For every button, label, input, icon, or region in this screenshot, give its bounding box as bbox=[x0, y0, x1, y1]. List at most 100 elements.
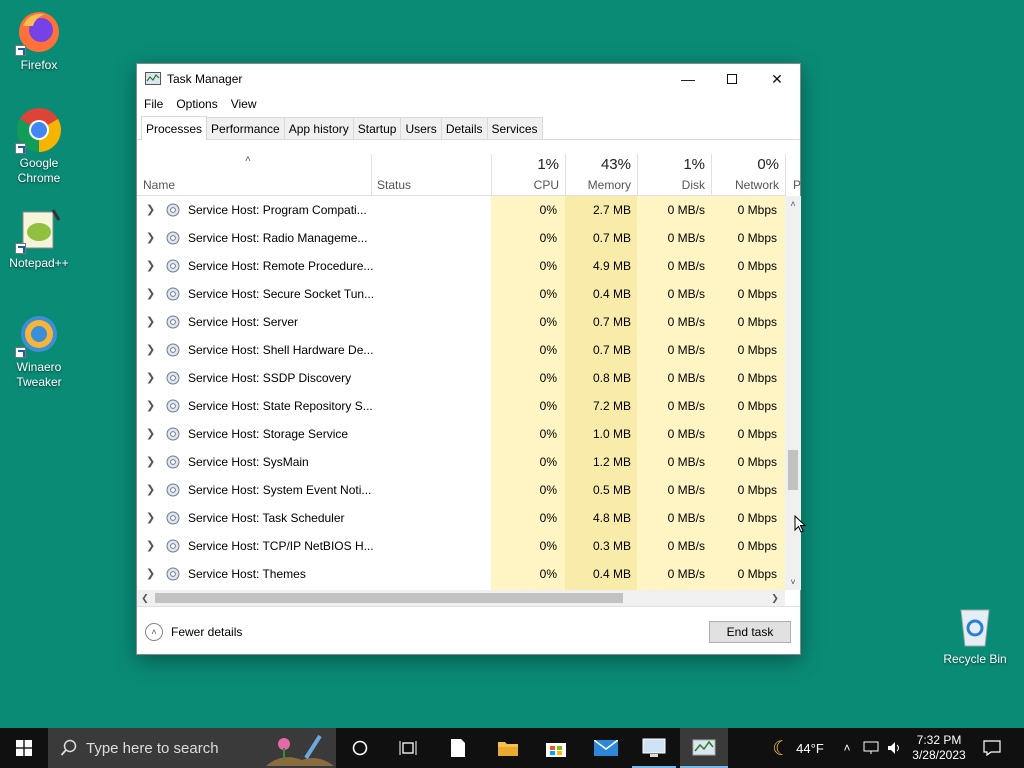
taskbar-app-task-manager[interactable] bbox=[680, 728, 728, 768]
column-memory[interactable]: 43% Memory bbox=[565, 154, 637, 196]
expand-chevron-icon[interactable]: ❯ bbox=[146, 259, 155, 272]
expand-chevron-icon[interactable]: ❯ bbox=[146, 203, 155, 216]
table-row[interactable]: ❯ Service Host: SSDP Discovery 0% 0.8 MB 0 M… bbox=[137, 364, 785, 392]
table-row[interactable]: ❯ Service Host: SysMain 0% 1.2 MB 0 MB/s 0 Mb… bbox=[137, 448, 785, 476]
desktop-icon-chrome[interactable]: Google Chrome bbox=[1, 106, 77, 186]
horizontal-scroll-thumb[interactable] bbox=[155, 593, 623, 603]
expand-chevron-icon[interactable]: ❯ bbox=[146, 371, 155, 384]
fewer-details-button[interactable]: ˄ Fewer details bbox=[145, 623, 242, 641]
process-list: ❯ Service Host: Program Compati... 0% 2.7 M… bbox=[137, 196, 785, 590]
service-host-icon bbox=[165, 342, 181, 358]
expand-chevron-icon[interactable]: ❯ bbox=[146, 343, 155, 356]
table-row[interactable]: ❯ Service Host: Program Compati... 0% 2.7 M… bbox=[137, 196, 785, 224]
close-icon: ✕ bbox=[771, 70, 783, 87]
horizontal-scrollbar[interactable]: ❮ ❯ bbox=[137, 590, 785, 606]
expand-chevron-icon[interactable]: ❯ bbox=[146, 455, 155, 468]
process-name: Service Host: TCP/IP NetBIOS H... bbox=[188, 539, 374, 553]
taskbar-app-remote-desktop[interactable] bbox=[632, 728, 676, 768]
show-hidden-icons-button[interactable]: ˄ bbox=[838, 728, 856, 768]
desktop-icon-winaero[interactable]: Winaero Tweaker bbox=[1, 310, 77, 390]
scroll-right-icon[interactable]: ❯ bbox=[767, 590, 783, 606]
expand-chevron-icon[interactable]: ❯ bbox=[146, 231, 155, 244]
cortana-circle-icon bbox=[352, 740, 368, 756]
tab-processes[interactable]: Processes bbox=[141, 116, 208, 140]
table-row[interactable]: ❯ Service Host: Server 0% 0.7 MB 0 MB/s 0 Mbp… bbox=[137, 308, 785, 336]
action-center-button[interactable] bbox=[974, 728, 1010, 768]
scroll-up-icon[interactable]: ˄ bbox=[785, 196, 801, 212]
column-status[interactable]: Status bbox=[371, 154, 491, 196]
tab-services[interactable]: Services bbox=[486, 117, 543, 139]
minimize-button[interactable]: — bbox=[665, 64, 711, 94]
cortana-button[interactable] bbox=[338, 728, 382, 768]
tab-app-history[interactable]: App history bbox=[283, 117, 354, 139]
menu-file[interactable]: File bbox=[144, 97, 163, 111]
column-power-usage[interactable]: P bbox=[785, 154, 801, 196]
process-cpu: 0% bbox=[539, 287, 557, 301]
task-manager-window: Task Manager — ✕ File Options View Proce… bbox=[136, 63, 801, 655]
search-box[interactable]: Type here to search bbox=[48, 728, 336, 768]
table-row[interactable]: ❯ Service Host: Themes 0% 0.4 MB 0 MB/s 0 Mbp… bbox=[137, 560, 785, 588]
process-memory: 0.4 MB bbox=[592, 567, 631, 581]
weather-widget[interactable]: ☾ 44°F bbox=[760, 728, 836, 768]
column-cpu[interactable]: 1% CPU bbox=[491, 154, 565, 196]
expand-chevron-icon[interactable]: ❯ bbox=[146, 427, 155, 440]
title-bar[interactable]: Task Manager — ✕ bbox=[137, 64, 800, 94]
task-view-icon bbox=[399, 741, 417, 755]
column-name[interactable]: Name bbox=[137, 154, 371, 196]
table-row[interactable]: ❯ Service Host: Shell Hardware De... 0% 0.7… bbox=[137, 336, 785, 364]
volume-button[interactable] bbox=[884, 728, 906, 768]
table-row[interactable]: ❯ Service Host: Radio Manageme... 0% 0.7 MB… bbox=[137, 224, 785, 252]
process-cpu: 0% bbox=[539, 399, 557, 413]
taskbar-app-notepad[interactable] bbox=[436, 728, 480, 768]
desktop-icon-firefox[interactable]: Firefox bbox=[1, 8, 77, 73]
tab-details[interactable]: Details bbox=[440, 117, 488, 139]
expand-chevron-icon[interactable]: ❯ bbox=[146, 399, 155, 412]
close-button[interactable]: ✕ bbox=[754, 64, 800, 94]
expand-chevron-icon[interactable]: ❯ bbox=[146, 315, 155, 328]
recycle-bin-icon bbox=[951, 602, 999, 650]
service-host-icon bbox=[165, 370, 181, 386]
taskbar: Type here to search ☾ 44°F ˄ 7:32 PM 3/2… bbox=[0, 728, 1024, 768]
table-row[interactable]: ❯ Service Host: TCP/IP NetBIOS H... 0% 0.3 … bbox=[137, 532, 785, 560]
tab-startup[interactable]: Startup bbox=[352, 117, 402, 139]
expand-chevron-icon[interactable]: ❯ bbox=[146, 567, 155, 580]
desktop-icon-recycle-bin[interactable]: Recycle Bin bbox=[937, 602, 1013, 667]
clock[interactable]: 7:32 PM 3/28/2023 bbox=[906, 728, 972, 768]
taskbar-app-store[interactable] bbox=[534, 728, 578, 768]
column-network[interactable]: 0% Network bbox=[711, 154, 785, 196]
maximize-button[interactable] bbox=[709, 64, 755, 94]
taskbar-app-mail[interactable] bbox=[584, 728, 628, 768]
process-cpu: 0% bbox=[539, 483, 557, 497]
table-row[interactable]: ❯ Service Host: Remote Procedure... 0% 4.9 … bbox=[137, 252, 785, 280]
expand-chevron-icon[interactable]: ❯ bbox=[146, 511, 155, 524]
start-button[interactable] bbox=[0, 728, 48, 768]
task-view-button[interactable] bbox=[386, 728, 430, 768]
expand-chevron-icon[interactable]: ❯ bbox=[146, 287, 155, 300]
menu-options[interactable]: Options bbox=[176, 97, 217, 111]
menu-view[interactable]: View bbox=[231, 97, 257, 111]
tab-users[interactable]: Users bbox=[400, 117, 442, 139]
expand-chevron-icon[interactable]: ❯ bbox=[146, 483, 155, 496]
table-row[interactable]: ❯ Service Host: State Repository S... 0% 7.… bbox=[137, 392, 785, 420]
table-row[interactable]: ❯ Service Host: Task Scheduler 0% 4.8 MB 0 M… bbox=[137, 504, 785, 532]
expand-chevron-icon[interactable]: ❯ bbox=[146, 539, 155, 552]
end-task-button[interactable]: End task bbox=[709, 621, 791, 643]
footer: ˄ Fewer details End task bbox=[137, 606, 800, 654]
scroll-left-icon[interactable]: ❮ bbox=[137, 590, 153, 606]
desktop-icon-notepadpp[interactable]: Notepad++ bbox=[1, 206, 77, 271]
process-cpu: 0% bbox=[539, 231, 557, 245]
vertical-scroll-thumb[interactable] bbox=[788, 450, 798, 490]
scroll-down-icon[interactable]: ˅ bbox=[785, 574, 801, 590]
table-row[interactable]: ❯ Service Host: Storage Service 0% 1.0 MB 0 … bbox=[137, 420, 785, 448]
table-row[interactable]: ❯ Service Host: System Event Noti... 0% 0.5… bbox=[137, 476, 785, 504]
column-disk[interactable]: 1% Disk bbox=[637, 154, 711, 196]
tab-performance[interactable]: Performance bbox=[206, 117, 285, 139]
process-cpu: 0% bbox=[539, 343, 557, 357]
table-row[interactable]: ❯ Service Host: Secure Socket Tun... 0% 0.4… bbox=[137, 280, 785, 308]
network-button[interactable] bbox=[860, 728, 882, 768]
process-network: 0 Mbps bbox=[737, 203, 777, 217]
taskbar-app-file-explorer[interactable] bbox=[486, 728, 530, 768]
process-network: 0 Mbps bbox=[737, 315, 777, 329]
process-memory: 0.4 MB bbox=[592, 287, 631, 301]
process-network: 0 Mbps bbox=[737, 343, 777, 357]
